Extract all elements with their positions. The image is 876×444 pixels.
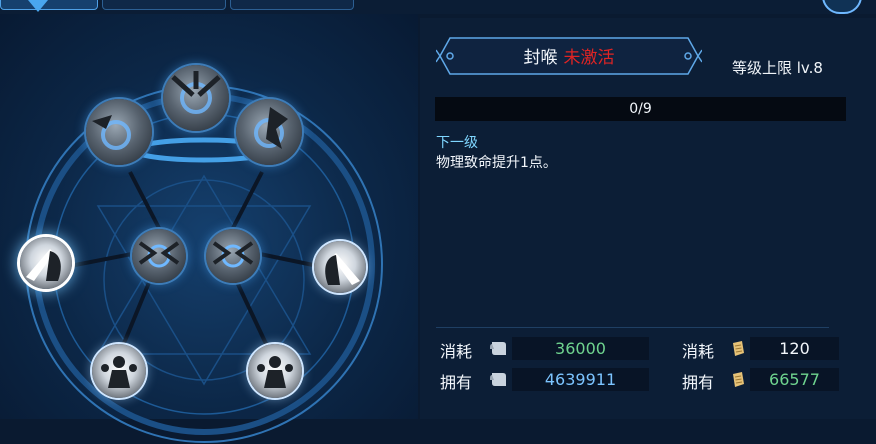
- own-value-right: 66577: [750, 368, 839, 391]
- scroll-icon: [490, 373, 506, 386]
- next-level-description: 物理致命提升1点。: [436, 155, 557, 171]
- skill-node-right[interactable]: [314, 241, 366, 293]
- skill-state: 未激活: [563, 48, 615, 68]
- next-level-label: 下一级: [436, 135, 478, 151]
- dash-strike-icon: [92, 115, 131, 150]
- warrior-group-icon: [257, 356, 293, 388]
- blade-vortex-icon: [171, 71, 221, 114]
- level-progress-bar: 0/9: [435, 97, 846, 121]
- skill-node-top[interactable]: [163, 65, 229, 131]
- own-label-right: 拥有: [682, 373, 715, 392]
- skill-node-bottom-right[interactable]: [248, 344, 302, 398]
- paper-roll-icon: [733, 372, 744, 387]
- cost-value-left: 36000: [512, 337, 649, 360]
- skill-node-left[interactable]: [20, 237, 72, 289]
- progress-text: 0/9: [629, 101, 652, 117]
- close-button[interactable]: [822, 0, 862, 14]
- warrior-group-icon: [101, 356, 137, 388]
- paper-roll-icon: [733, 341, 744, 356]
- level-limit: 等级上限 lv.8: [732, 59, 823, 77]
- skill-node-top-left[interactable]: [86, 99, 152, 165]
- own-label-left: 拥有: [440, 373, 473, 392]
- leaping-assassin-icon: [254, 107, 288, 149]
- cost-value-right: 120: [750, 337, 839, 360]
- skill-title: 封喉 未激活: [436, 43, 702, 68]
- section-divider: [436, 327, 829, 328]
- skill-node-top-right[interactable]: [236, 99, 302, 165]
- slash-silhouette-icon: [26, 249, 61, 281]
- winged-blades-icon: [212, 241, 254, 268]
- cost-label-left: 消耗: [440, 342, 473, 361]
- skill-node-center-right[interactable]: [206, 229, 260, 283]
- skill-tree-links: [69, 171, 319, 349]
- scroll-icon: [490, 342, 506, 355]
- slash-silhouette-icon: [325, 253, 360, 285]
- winged-blades-icon: [138, 241, 180, 268]
- skill-name: 封喉: [523, 48, 558, 68]
- skill-node-bottom-left[interactable]: [92, 344, 146, 398]
- skill-node-center-left[interactable]: [132, 229, 186, 283]
- cost-label-right: 消耗: [682, 342, 715, 361]
- own-value-left: 4639911: [512, 368, 649, 391]
